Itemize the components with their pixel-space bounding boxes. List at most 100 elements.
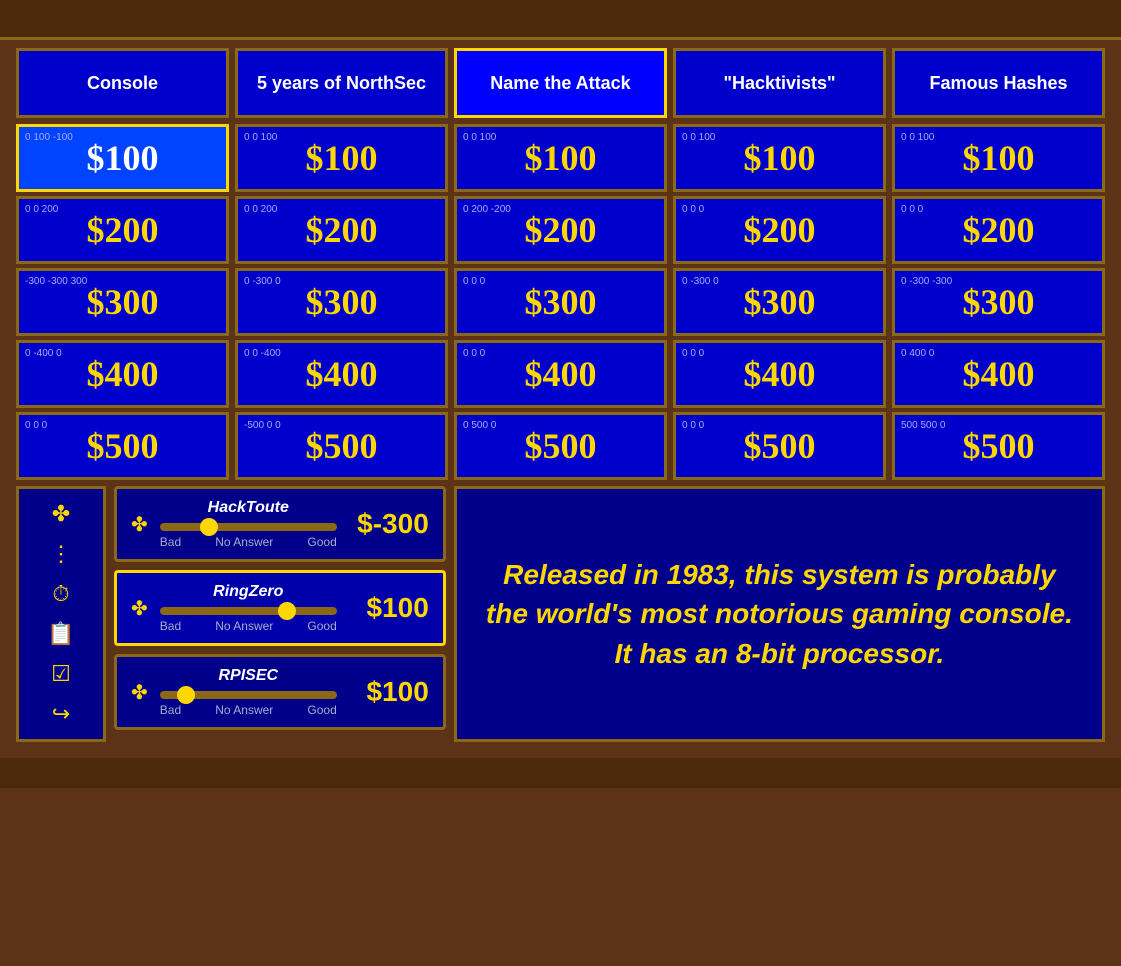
cell-value-4-3: $500 <box>744 425 816 467</box>
grid-cell-3-3[interactable]: 0 0 0 $400 <box>673 340 886 408</box>
cell-value-4-1: $500 <box>306 425 378 467</box>
grid-cell-2-1[interactable]: 0 -300 0$300 <box>235 268 448 336</box>
grid-cell-0-1[interactable]: 0 0 100$100 <box>235 124 448 192</box>
slider-container-1: BadNo AnswerGood <box>160 607 337 633</box>
grid-cell-1-2[interactable]: 0 200 -200$200 <box>454 196 667 264</box>
cell-scores-2-1: 0 -300 0 <box>244 275 281 288</box>
team-info-2: RPISEC BadNo AnswerGood <box>160 667 337 717</box>
slider-track-2[interactable] <box>160 691 337 699</box>
grid-row-2: -300 -300 300$3000 -300 0$3000 0 0$3000 … <box>16 268 1105 336</box>
grid-cell-3-0[interactable]: 0 -400 0 $400 <box>16 340 229 408</box>
slider-thumb-2[interactable] <box>177 686 195 704</box>
category-northsec[interactable]: 5 years of NorthSec <box>235 48 448 118</box>
cell-value-1-3: $200 <box>744 209 816 251</box>
cell-value-3-0: $400 <box>87 353 159 395</box>
grid-row-3: 0 -400 0$4000 0 -400$4000 0 0$4000 0 0$4… <box>16 340 1105 408</box>
grid-cell-1-1[interactable]: 0 0 200$200 <box>235 196 448 264</box>
team-drag-icon-1[interactable]: ✤ <box>131 596 148 621</box>
category-hacktivists[interactable]: "Hacktivists" <box>673 48 886 118</box>
categories-row: Console5 years of NorthSecName the Attac… <box>16 48 1105 118</box>
grid-container: 0 100 -100$100 0 0 100 $100 0 0 100 $100 0 0 … <box>16 124 1105 480</box>
grid-cell-2-4[interactable]: 0 -300 -300$300 <box>892 268 1105 336</box>
top-bar <box>0 0 1121 40</box>
grid-cell-0-3[interactable]: 0 0 100 $100 <box>673 124 886 192</box>
cell-value-0-4: $100 <box>963 137 1035 179</box>
question-text: Released in 1983, this system is probabl… <box>481 555 1078 673</box>
cell-value-0-0: $100 <box>87 137 159 179</box>
slider-label-2: Bad <box>160 703 181 717</box>
team-info-1: RingZeroBadNo AnswerGood <box>160 583 337 633</box>
grid-row-4: 0 0 0$500-500 0 0$5000 500 0$5000 0 0$50… <box>16 412 1105 480</box>
cell-scores-0-4: 0 0 100 <box>901 131 934 144</box>
sidebar-icon-2[interactable]: ⏱ <box>52 581 69 607</box>
cell-scores-1-4: 0 0 0 <box>901 203 923 216</box>
category-attack[interactable]: Name the Attack <box>454 48 667 118</box>
grid-cell-4-2[interactable]: 0 500 0$500 <box>454 412 667 480</box>
slider-label-1: Bad <box>160 619 181 633</box>
cell-scores-3-3: 0 0 0 <box>682 347 704 360</box>
slider-label-1: Good <box>307 619 336 633</box>
grid-cell-4-1[interactable]: -500 0 0 $500 <box>235 412 448 480</box>
bottom-section: ✤⋮⏱📋☑↪ ✤HackTouteBadNo AnswerGood$-300✤R… <box>16 486 1105 742</box>
cell-value-0-2: $100 <box>525 137 597 179</box>
cell-scores-2-0: -300 -300 300 <box>25 275 87 288</box>
slider-track-0[interactable] <box>160 523 337 531</box>
cell-value-4-4: $500 <box>963 425 1035 467</box>
sidebar-icon-4[interactable]: ☑ <box>51 661 71 687</box>
grid-cell-0-2[interactable]: 0 0 100 $100 <box>454 124 667 192</box>
cell-value-3-3: $400 <box>744 353 816 395</box>
cell-value-3-1: $400 <box>306 353 378 395</box>
slider-label-0: Good <box>307 535 336 549</box>
slider-thumb-1[interactable] <box>278 602 296 620</box>
cell-value-0-3: $100 <box>744 137 816 179</box>
category-hashes[interactable]: Famous Hashes <box>892 48 1105 118</box>
grid-cell-4-0[interactable]: 0 0 0$500 <box>16 412 229 480</box>
cell-scores-1-3: 0 0 0 <box>682 203 704 216</box>
cell-value-1-2: $200 <box>525 209 597 251</box>
cell-value-1-4: $200 <box>963 209 1035 251</box>
slider-track-1[interactable] <box>160 607 337 615</box>
cell-scores-3-4: 0 400 0 <box>901 347 934 360</box>
team-drag-icon-0[interactable]: ✤ <box>131 512 148 537</box>
cell-scores-4-3: 0 0 0 <box>682 419 704 432</box>
slider-labels-2: BadNo AnswerGood <box>160 703 337 717</box>
cell-scores-3-0: 0 -400 0 <box>25 347 62 360</box>
grid-cell-1-3[interactable]: 0 0 0 $200 <box>673 196 886 264</box>
cell-scores-4-1: -500 0 0 <box>244 419 281 432</box>
team-card-0: ✤HackTouteBadNo AnswerGood$-300 <box>114 486 446 562</box>
cell-scores-2-2: 0 0 0 <box>463 275 485 288</box>
grid-cell-1-0[interactable]: 0 0 200 $200 <box>16 196 229 264</box>
sidebar-icon-3[interactable]: 📋 <box>47 621 74 647</box>
grid-cell-3-1[interactable]: 0 0 -400$400 <box>235 340 448 408</box>
slider-labels-0: BadNo AnswerGood <box>160 535 337 549</box>
cell-scores-0-3: 0 0 100 <box>682 131 715 144</box>
cell-scores-0-1: 0 0 100 <box>244 131 277 144</box>
sidebar-icon-0[interactable]: ✤ <box>52 501 70 527</box>
grid-row-1: 0 0 200$2000 0 200$2000 200 -200$2000 0 … <box>16 196 1105 264</box>
team-name-2: RPISEC <box>160 667 337 685</box>
grid-cell-4-3[interactable]: 0 0 0 $500 <box>673 412 886 480</box>
cell-scores-2-3: 0 -300 0 <box>682 275 719 288</box>
grid-cell-0-4[interactable]: 0 0 100 $100 <box>892 124 1105 192</box>
cell-value-1-0: $200 <box>87 209 159 251</box>
category-console[interactable]: Console <box>16 48 229 118</box>
grid-cell-0-0[interactable]: 0 100 -100$100 <box>16 124 229 192</box>
main-wrapper: Console5 years of NorthSecName the Attac… <box>0 40 1121 750</box>
grid-cell-2-3[interactable]: 0 -300 0$300 <box>673 268 886 336</box>
slider-container-0: BadNo AnswerGood <box>160 523 337 549</box>
cell-value-1-1: $200 <box>306 209 378 251</box>
grid-cell-2-0[interactable]: -300 -300 300$300 <box>16 268 229 336</box>
grid-cell-4-4[interactable]: 500 500 0$500 <box>892 412 1105 480</box>
grid-cell-3-2[interactable]: 0 0 0$400 <box>454 340 667 408</box>
cell-scores-0-2: 0 0 100 <box>463 131 496 144</box>
cell-scores-4-0: 0 0 0 <box>25 419 47 432</box>
grid-cell-2-2[interactable]: 0 0 0$300 <box>454 268 667 336</box>
team-drag-icon-2[interactable]: ✤ <box>131 680 148 705</box>
slider-thumb-0[interactable] <box>200 518 218 536</box>
cell-scores-1-0: 0 0 200 <box>25 203 58 216</box>
grid-cell-3-4[interactable]: 0 400 0$400 <box>892 340 1105 408</box>
sidebar-icon-1[interactable]: ⋮ <box>50 541 72 567</box>
grid-cell-1-4[interactable]: 0 0 0 $200 <box>892 196 1105 264</box>
sidebar-icon-5[interactable]: ↪ <box>52 701 70 727</box>
cell-scores-3-2: 0 0 0 <box>463 347 485 360</box>
